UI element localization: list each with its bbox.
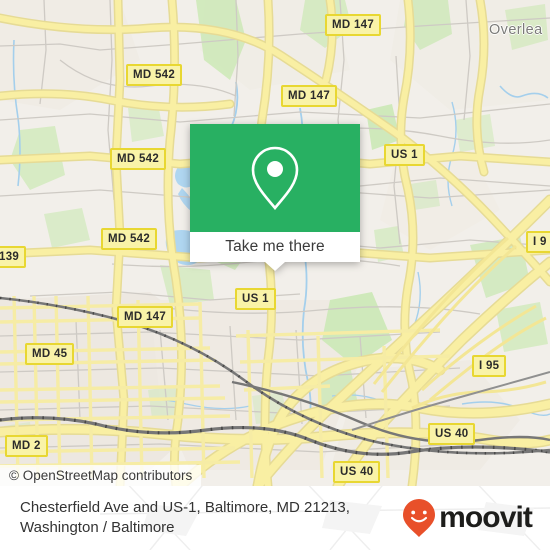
road-shield-us-1-center: US 1 bbox=[235, 288, 276, 310]
moovit-brand: moovit bbox=[402, 498, 538, 538]
address-line-1: Chesterfield Ave and US-1, Baltimore, MD… bbox=[20, 499, 350, 516]
road-shield-us-1-north: US 1 bbox=[384, 144, 425, 166]
road-shield-md-542-lower: MD 542 bbox=[101, 228, 158, 250]
popup-header bbox=[190, 124, 360, 232]
moovit-map-screenshot: MD 147 MD 542 MD 147 MD 542 US 1 MD 542 … bbox=[0, 0, 550, 550]
road-shield-i-95: I 95 bbox=[472, 355, 507, 377]
popup-action-bar[interactable]: Take me there bbox=[190, 232, 360, 271]
location-popup-card[interactable]: Take me there bbox=[190, 124, 360, 271]
map-canvas[interactable]: MD 147 MD 542 MD 147 MD 542 US 1 MD 542 … bbox=[0, 0, 550, 486]
road-shield-us-40-south: US 40 bbox=[333, 461, 381, 483]
take-me-there-label: Take me there bbox=[225, 238, 325, 255]
road-shield-md-542-mid: MD 542 bbox=[110, 148, 167, 170]
road-shield-md-147-upper: MD 147 bbox=[281, 85, 338, 107]
road-shield-md-147-north: MD 147 bbox=[325, 14, 382, 36]
osm-attribution[interactable]: © OpenStreetMap contributors bbox=[0, 465, 202, 486]
map-pin-icon bbox=[251, 146, 299, 211]
road-shield-md-542-north: MD 542 bbox=[126, 64, 183, 86]
road-shield-md-147-lower: MD 147 bbox=[117, 306, 174, 328]
road-shield-i-95-right-edge: I 9 bbox=[526, 231, 550, 253]
moovit-pin-smiley-icon bbox=[403, 499, 436, 537]
footer-bar: Chesterfield Ave and US-1, Baltimore, MD… bbox=[0, 486, 550, 550]
road-shield-md-45: MD 45 bbox=[25, 343, 75, 365]
address-line-2: Washington / Baltimore bbox=[20, 519, 175, 536]
location-address: Chesterfield Ave and US-1, Baltimore, MD… bbox=[20, 498, 350, 538]
road-shield-139-left-edge: 139 bbox=[0, 246, 27, 268]
road-shield-us-40-east: US 40 bbox=[428, 423, 476, 445]
moovit-wordmark: moovit bbox=[439, 501, 533, 534]
road-shield-md-2: MD 2 bbox=[5, 435, 48, 457]
place-label-overlea: Overlea bbox=[489, 22, 543, 38]
popup-pointer bbox=[265, 262, 285, 271]
